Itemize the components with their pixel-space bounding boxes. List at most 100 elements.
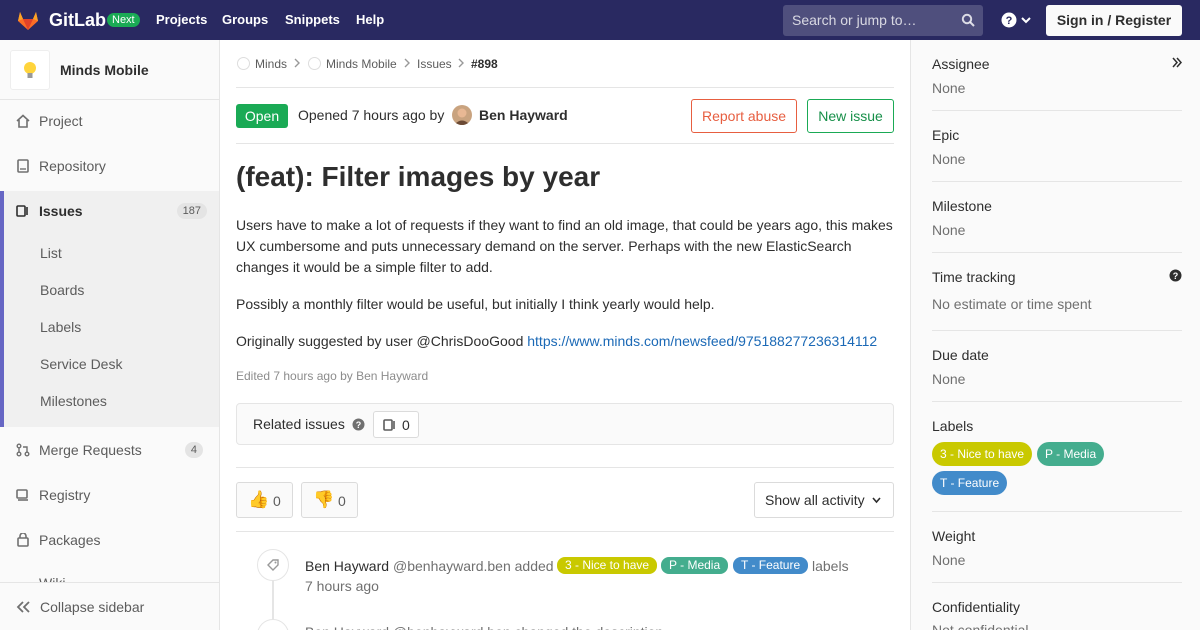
label-pill[interactable]: P - Media <box>1037 442 1105 466</box>
assignee-value: None <box>932 80 966 96</box>
activity-timestamp: 7 hours ago <box>305 578 379 594</box>
sidebar-item-label: Registry <box>39 487 91 503</box>
sign-in-button[interactable]: Sign in / Register <box>1046 5 1182 36</box>
minds-group-icon <box>237 57 250 70</box>
sidebar-item-label: Project <box>39 113 83 129</box>
container-icon <box>16 489 28 501</box>
epic-value: None <box>932 151 966 167</box>
sidebar-item-label: Packages <box>39 532 101 548</box>
collapse-sidebar-label: Collapse sidebar <box>40 599 145 615</box>
sidebar-subitem-milestones[interactable]: Milestones <box>40 393 107 409</box>
collapse-sidebar-button[interactable]: Collapse sidebar <box>0 582 219 630</box>
issue-author[interactable]: Ben Hayward <box>479 107 568 123</box>
related-issues-panel: Related issues ? 0 <box>236 403 894 445</box>
gitlab-logo-icon[interactable] <box>16 8 40 32</box>
breadcrumb-item-minds[interactable]: Minds <box>255 56 287 72</box>
confidentiality-title: Confidentiality <box>932 599 1020 615</box>
sidebar-item-issues[interactable]: Issues 187 <box>4 191 219 231</box>
brand-name[interactable]: GitLab <box>49 10 106 30</box>
divider <box>932 511 1182 512</box>
sidebar-item-merge-requests[interactable]: Merge Requests 4 <box>0 430 219 470</box>
sidebar-item-project[interactable]: Project <box>0 101 219 141</box>
edited-note: Edited 7 hours ago by Ben Hayward <box>236 369 429 383</box>
opened-text: Opened 7 hours ago by <box>298 107 445 123</box>
chevron-right-icon <box>404 58 410 68</box>
sidebar-subitem-service-desk[interactable]: Service Desk <box>40 356 122 372</box>
weight-value: None <box>932 552 966 568</box>
issue-description-paragraph: Possibly a monthly filter would be usefu… <box>236 296 715 312</box>
nav-groups[interactable]: Groups <box>222 12 268 28</box>
label-pill[interactable]: T - Feature <box>733 557 809 574</box>
double-chevron-right-icon[interactable] <box>1172 57 1182 68</box>
package-icon <box>17 533 29 547</box>
thumbs-up-button[interactable]: 👍 0 <box>236 482 293 518</box>
divider <box>932 401 1182 402</box>
nav-help[interactable]: Help <box>356 12 384 28</box>
due-date-title: Due date <box>932 347 989 363</box>
avatar[interactable] <box>452 105 472 125</box>
search-placeholder: Search or jump to… <box>792 12 917 28</box>
breadcrumb-item-issues[interactable]: Issues <box>417 56 452 72</box>
help-icon[interactable]: ? <box>1169 269 1182 282</box>
nav-snippets[interactable]: Snippets <box>285 12 340 28</box>
doc-icon <box>17 159 29 173</box>
merge-requests-count-badge: 4 <box>184 442 203 458</box>
due-date-value: None <box>932 371 966 387</box>
project-header[interactable]: Minds Mobile <box>0 40 219 100</box>
help-icon[interactable]: ? <box>1001 12 1017 28</box>
divider <box>236 531 894 532</box>
label-pill[interactable]: 3 - Nice to have <box>932 442 1033 466</box>
related-issues-title: Related issues <box>253 416 345 432</box>
thumbs-down-icon: 👎 <box>313 490 335 509</box>
suggested-by-text: Originally suggested by user @ChrisDooGo… <box>236 333 524 349</box>
sidebar-item-label: Issues <box>39 203 83 219</box>
divider <box>236 467 894 468</box>
breadcrumb-item-project[interactable]: Minds Mobile <box>326 56 397 72</box>
milestone-title: Milestone <box>932 198 992 214</box>
sidebar-subitem-list[interactable]: List <box>40 245 62 261</box>
nav-projects[interactable]: Projects <box>156 12 207 28</box>
double-chevron-left-icon <box>16 601 30 613</box>
label-pill[interactable]: P - Media <box>661 557 729 574</box>
thumbs-up-icon: 👍 <box>248 490 270 509</box>
sidebar-subitem-boards[interactable]: Boards <box>40 282 84 298</box>
activity-filter-label: Show all activity <box>765 492 865 508</box>
sidebar-item-packages[interactable]: Packages <box>0 520 219 560</box>
confidentiality-value: Not confidential <box>932 623 1029 630</box>
help-icon[interactable]: ? <box>352 418 365 431</box>
sidebar-item-registry[interactable]: Registry <box>0 475 219 515</box>
chevron-down-icon[interactable] <box>1021 17 1031 24</box>
issue-description-paragraph: Users have to make a lot of requests if … <box>236 217 893 275</box>
next-badge[interactable]: Next <box>107 13 140 27</box>
issues-icon <box>383 419 395 431</box>
tag-icon <box>267 559 279 571</box>
top-navbar: GitLab Next Projects Groups Snippets Hel… <box>0 0 1200 40</box>
issue-sidebar: Assignee None Epic None Milestone None T… <box>910 40 1200 630</box>
new-issue-button[interactable]: New issue <box>807 99 894 133</box>
activity-action: @benhayward.ben added <box>393 558 554 574</box>
breadcrumb-item-current[interactable]: #898 <box>471 56 498 72</box>
home-icon <box>16 114 30 128</box>
assignee-title: Assignee <box>932 56 990 72</box>
issues-count-badge: 187 <box>176 203 207 219</box>
related-issues-count-badge[interactable]: 0 <box>373 411 419 438</box>
project-name[interactable]: Minds Mobile <box>60 62 149 78</box>
minds-mobile-project-icon <box>308 57 321 70</box>
activity-author[interactable]: Ben Hayward <box>305 558 389 574</box>
sidebar-subitem-labels[interactable]: Labels <box>40 319 81 335</box>
sidebar-item-repository[interactable]: Repository <box>0 146 219 186</box>
sidebar-item-label: Repository <box>39 158 106 174</box>
project-avatar[interactable] <box>10 50 50 90</box>
weight-title: Weight <box>932 528 976 544</box>
thumbs-down-button[interactable]: 👎 0 <box>301 482 358 518</box>
merge-request-icon <box>16 443 30 457</box>
search-input[interactable]: Search or jump to… <box>783 5 983 36</box>
label-pill[interactable]: 3 - Nice to have <box>557 557 658 574</box>
epic-title: Epic <box>932 127 960 143</box>
activity-filter-dropdown[interactable]: Show all activity <box>754 482 894 518</box>
svg-text:?: ? <box>356 420 362 430</box>
label-pill[interactable]: T - Feature <box>932 471 1008 495</box>
newsfeed-link[interactable]: https://www.minds.com/newsfeed/975188277… <box>527 333 877 349</box>
report-abuse-button[interactable]: Report abuse <box>691 99 797 133</box>
time-tracking-title: Time tracking <box>932 269 1016 285</box>
